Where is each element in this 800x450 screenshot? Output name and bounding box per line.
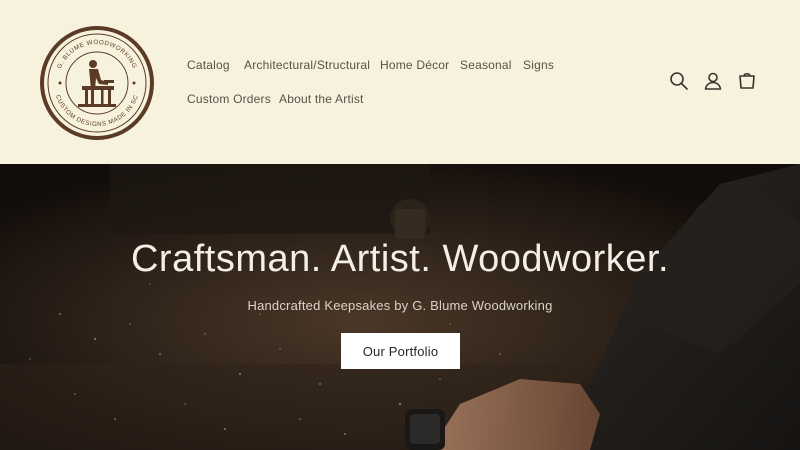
- header-icons: [668, 70, 764, 94]
- site-header: G. BLUME WOODWORKING CUSTOM DESIGNS MADE…: [0, 0, 800, 164]
- nav-item-seasonal[interactable]: Seasonal: [460, 58, 512, 72]
- nav-item-architectural-structural[interactable]: Architectural/Structural: [244, 58, 370, 72]
- logo-badge: G. BLUME WOODWORKING CUSTOM DESIGNS MADE…: [40, 26, 154, 140]
- search-icon[interactable]: [668, 70, 690, 92]
- our-portfolio-button[interactable]: Our Portfolio: [341, 333, 460, 369]
- nav-item-custom-orders[interactable]: Custom Orders: [187, 92, 271, 106]
- hero-banner: Craftsman. Artist. Woodworker. Handcraft…: [0, 164, 800, 450]
- nav-item-catalog[interactable]: Catalog: [187, 58, 230, 72]
- main-nav: Catalog Architectural/Structural Home Dé…: [187, 0, 627, 164]
- nav-item-home-decor[interactable]: Home Décor: [380, 58, 449, 72]
- hero-title: Craftsman. Artist. Woodworker.: [130, 238, 670, 280]
- nav-item-about-the-artist[interactable]: About the Artist: [279, 92, 364, 106]
- hero-subtitle: Handcrafted Keepsakes by G. Blume Woodwo…: [247, 298, 553, 313]
- account-icon[interactable]: [702, 70, 724, 92]
- cart-icon[interactable]: [736, 70, 758, 92]
- nav-item-signs[interactable]: Signs: [523, 58, 554, 72]
